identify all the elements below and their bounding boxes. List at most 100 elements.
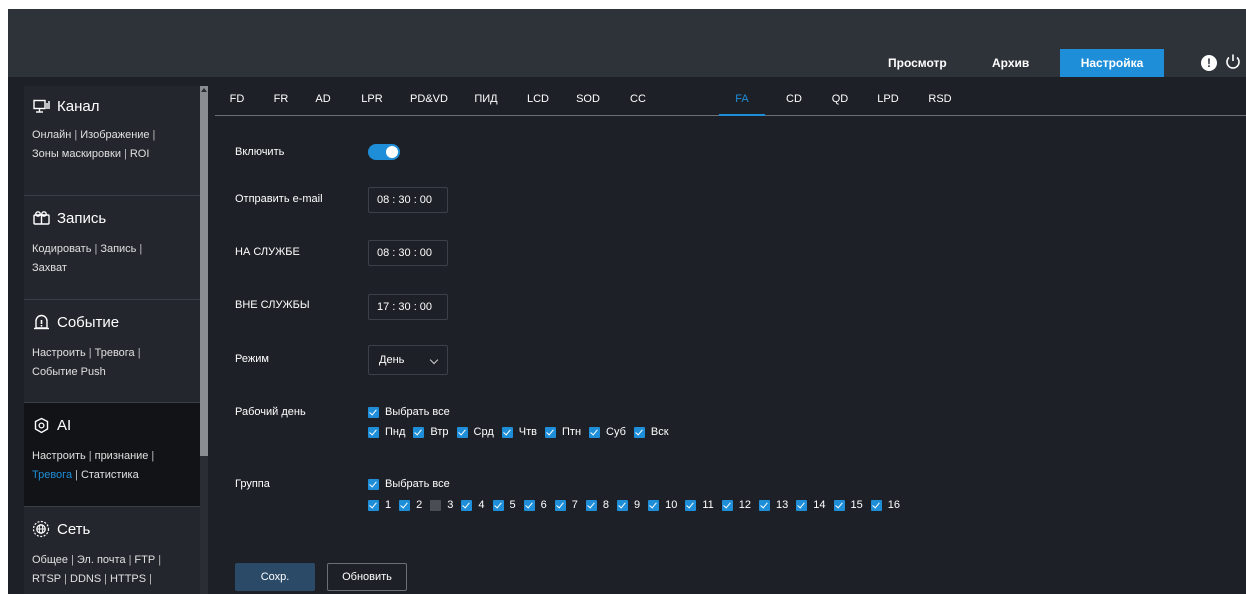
day-item[interactable]: Пнд	[368, 426, 405, 438]
day-item[interactable]: Вск	[633, 426, 669, 438]
group-checkbox[interactable]	[796, 499, 808, 511]
sidebar-head-ai[interactable]: AI	[32, 403, 192, 447]
power-icon[interactable]	[1224, 53, 1242, 71]
group-checkbox[interactable]	[399, 499, 411, 511]
nav-nastroika-label[interactable]: Настройка	[1060, 49, 1164, 77]
group-item[interactable]: 16	[870, 499, 900, 511]
nav-arhiv-label[interactable]: Архив	[974, 49, 1047, 77]
group-checkbox[interactable]	[430, 499, 442, 511]
sidebar-link-roi[interactable]: ROI	[130, 148, 150, 160]
workday-select-all-checkbox[interactable]	[368, 406, 379, 418]
group-item[interactable]: 9	[617, 499, 640, 511]
tab-pdvd[interactable]: PD&VD	[405, 86, 453, 116]
group-checkbox[interactable]	[554, 499, 566, 511]
sidebar-link-configure[interactable]: Настроить	[32, 347, 86, 359]
tab-fr[interactable]: FR	[269, 86, 293, 116]
nav-prosmotr-label[interactable]: Просмотр	[870, 49, 965, 77]
sidebar-head-sobytie[interactable]: Событие	[32, 300, 192, 344]
day-item[interactable]: Втр	[413, 426, 449, 438]
sidebar-head-set[interactable]: Сеть	[32, 507, 192, 551]
group-item[interactable]: 7	[554, 499, 578, 511]
tab-sod[interactable]: SOD	[571, 86, 605, 116]
nav-arhiv[interactable]: Архив	[974, 49, 1047, 77]
group-item[interactable]: 14	[796, 499, 826, 511]
tab-fa[interactable]: FA	[719, 86, 765, 116]
sidebar-link-capture[interactable]: Захват	[32, 262, 67, 274]
day-checkbox[interactable]	[368, 426, 379, 438]
nav-nastroika[interactable]: Настройка	[1060, 49, 1164, 77]
tab-fd[interactable]: FD	[225, 86, 249, 116]
alert-icon[interactable]: !	[1201, 55, 1217, 71]
group-item[interactable]: 13	[759, 499, 788, 511]
sidebar-head-zapis[interactable]: Запись	[32, 196, 192, 240]
tab-pid[interactable]: ПИД	[469, 86, 503, 116]
sidebar-scrollbar[interactable]	[200, 86, 208, 594]
sidebar-link-recognition[interactable]: признание	[95, 450, 149, 462]
email-time-input[interactable]: 08 : 30 : 00	[368, 187, 448, 213]
sidebar-link-https[interactable]: HTTPS	[110, 573, 146, 585]
day-checkbox[interactable]	[456, 426, 468, 438]
sidebar-link-privacy-zones[interactable]: Зоны маскировки	[32, 148, 121, 160]
group-checkbox[interactable]	[523, 499, 535, 511]
group-checkbox[interactable]	[870, 499, 882, 511]
workday-select-all[interactable]: Выбрать все	[368, 406, 450, 418]
sidebar-link-image[interactable]: Изображение	[80, 129, 149, 141]
group-checkbox[interactable]	[648, 499, 660, 511]
sidebar-link-ddns[interactable]: DDNS	[70, 573, 101, 585]
scrollbar-thumb[interactable]	[200, 86, 208, 456]
tab-lpd[interactable]: LPD	[871, 86, 905, 116]
sidebar-link-email[interactable]: Эл. почта	[77, 554, 126, 566]
sidebar-link-ai-configure[interactable]: Настроить	[32, 450, 86, 462]
tab-qd[interactable]: QD	[825, 86, 855, 116]
sidebar-link-online[interactable]: Онлайн	[32, 129, 71, 141]
group-item[interactable]: 8	[585, 499, 609, 511]
tab-cc[interactable]: CC	[623, 86, 653, 116]
group-item[interactable]: 15	[833, 499, 863, 511]
on-duty-time-input[interactable]: 08 : 30 : 00	[368, 240, 448, 266]
group-checkbox[interactable]	[368, 499, 379, 511]
group-checkbox[interactable]	[461, 499, 473, 511]
group-item[interactable]: 5	[492, 499, 516, 511]
group-item[interactable]: 1	[368, 499, 391, 511]
mode-select[interactable]: День	[368, 345, 448, 375]
day-checkbox[interactable]	[633, 426, 645, 438]
group-item[interactable]: 6	[523, 499, 547, 511]
tab-ad[interactable]: AD	[311, 86, 335, 116]
group-select-all[interactable]: Выбрать все	[368, 478, 450, 490]
tab-lpr[interactable]: LPR	[355, 86, 389, 116]
group-checkbox[interactable]	[585, 499, 597, 511]
group-checkbox[interactable]	[759, 499, 771, 511]
group-item[interactable]: 2	[399, 499, 422, 511]
day-item[interactable]: Чтв	[501, 426, 537, 438]
day-item[interactable]: Птн	[545, 426, 581, 438]
group-checkbox[interactable]	[685, 499, 697, 511]
day-checkbox[interactable]	[589, 426, 601, 438]
refresh-button[interactable]: Обновить	[327, 563, 407, 591]
day-checkbox[interactable]	[545, 426, 556, 438]
group-item[interactable]: 3	[430, 499, 453, 511]
group-checkbox[interactable]	[617, 499, 628, 511]
group-checkbox[interactable]	[721, 499, 733, 511]
group-checkbox[interactable]	[833, 499, 845, 511]
tab-lcd[interactable]: LCD	[521, 86, 555, 116]
sidebar-link-ftp[interactable]: FTP	[134, 554, 155, 566]
group-select-all-checkbox[interactable]	[368, 478, 379, 490]
sidebar-link-record[interactable]: Запись	[100, 243, 136, 255]
group-item[interactable]: 11	[685, 499, 714, 511]
sidebar-link-ai-alarm[interactable]: Тревога	[32, 469, 72, 481]
enable-toggle[interactable]	[368, 144, 400, 160]
off-duty-time-input[interactable]: 17 : 30 : 00	[368, 294, 448, 320]
scroll-up-arrow-icon[interactable]	[201, 88, 207, 92]
nav-prosmotr[interactable]: Просмотр	[870, 49, 965, 77]
day-checkbox[interactable]	[501, 426, 513, 438]
group-item[interactable]: 10	[648, 499, 677, 511]
tab-cd[interactable]: CD	[779, 86, 809, 116]
sidebar-link-general[interactable]: Общее	[32, 554, 68, 566]
sidebar-head-kanal[interactable]: Канал	[32, 86, 192, 126]
day-item[interactable]: Суб	[589, 426, 626, 438]
tab-rsd[interactable]: RSD	[923, 86, 957, 116]
sidebar-link-event-push[interactable]: Событие Push	[32, 366, 106, 378]
sidebar-link-statistics[interactable]: Статистика	[81, 469, 139, 481]
group-checkbox[interactable]	[492, 499, 504, 511]
save-button[interactable]: Сохр.	[235, 563, 315, 591]
